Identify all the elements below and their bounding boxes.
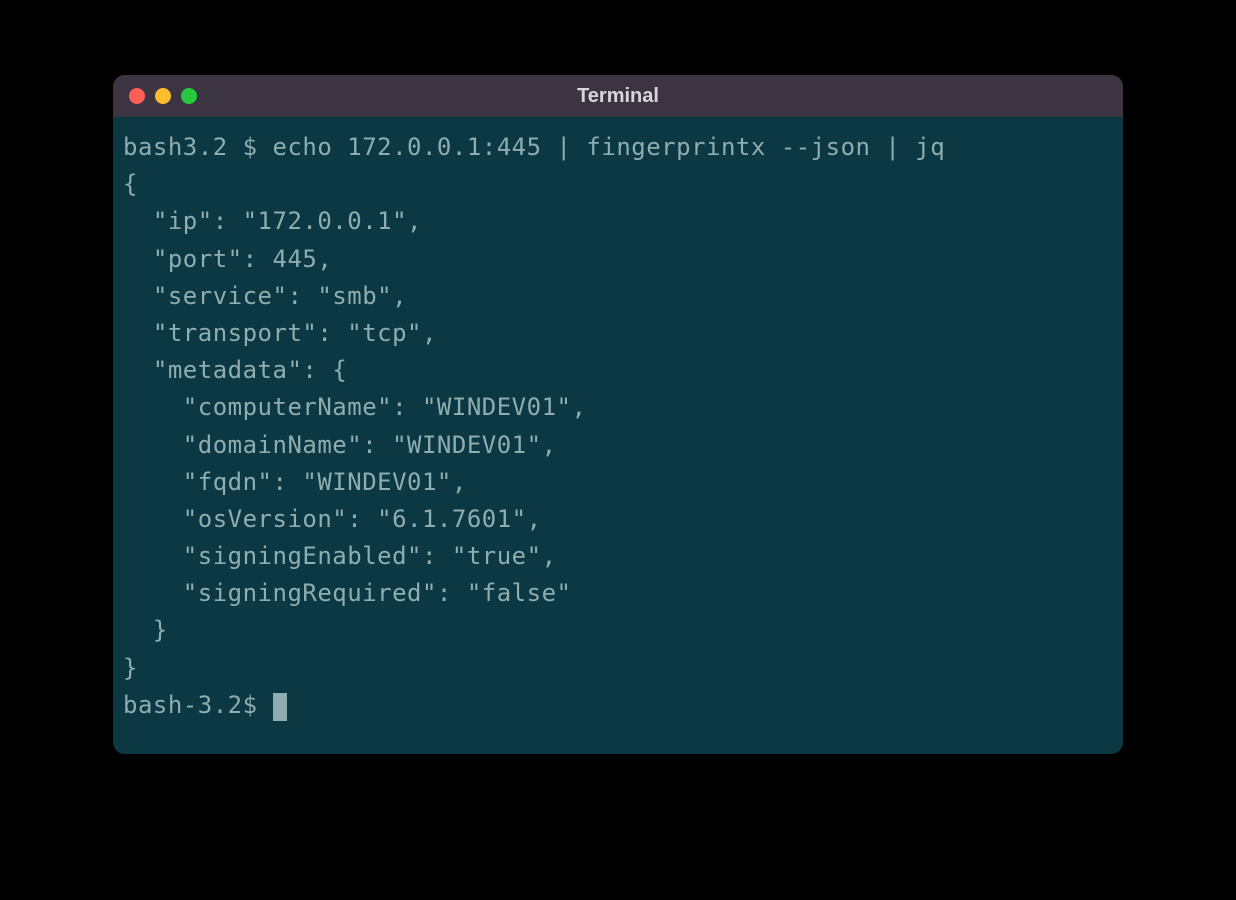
minimize-icon[interactable] — [155, 88, 171, 104]
terminal-line: "signingRequired": "false" — [123, 579, 571, 607]
titlebar: Terminal — [113, 75, 1123, 117]
cursor-icon — [273, 693, 287, 721]
terminal-line: "signingEnabled": "true", — [123, 542, 557, 570]
terminal-line: "osVersion": "6.1.7601", — [123, 505, 542, 533]
maximize-icon[interactable] — [181, 88, 197, 104]
terminal-line: } — [123, 616, 168, 644]
terminal-body[interactable]: bash3.2 $ echo 172.0.0.1:445 | fingerpri… — [113, 117, 1123, 754]
terminal-line: "computerName": "WINDEV01", — [123, 393, 586, 421]
terminal-line: } — [123, 654, 138, 682]
terminal-prompt: bash-3.2$ — [123, 691, 273, 719]
terminal-line: "metadata": { — [123, 356, 347, 384]
terminal-line: "service": "smb", — [123, 282, 407, 310]
traffic-lights — [129, 88, 197, 104]
window-title: Terminal — [577, 85, 659, 108]
terminal-window: Terminal bash3.2 $ echo 172.0.0.1:445 | … — [113, 75, 1123, 754]
terminal-line: "ip": "172.0.0.1", — [123, 207, 422, 235]
terminal-line: { — [123, 170, 138, 198]
terminal-line: "domainName": "WINDEV01", — [123, 431, 557, 459]
terminal-line: "transport": "tcp", — [123, 319, 437, 347]
terminal-line: "fqdn": "WINDEV01", — [123, 468, 467, 496]
close-icon[interactable] — [129, 88, 145, 104]
terminal-line: "port": 445, — [123, 245, 332, 273]
terminal-line: bash3.2 $ echo 172.0.0.1:445 | fingerpri… — [123, 133, 945, 161]
